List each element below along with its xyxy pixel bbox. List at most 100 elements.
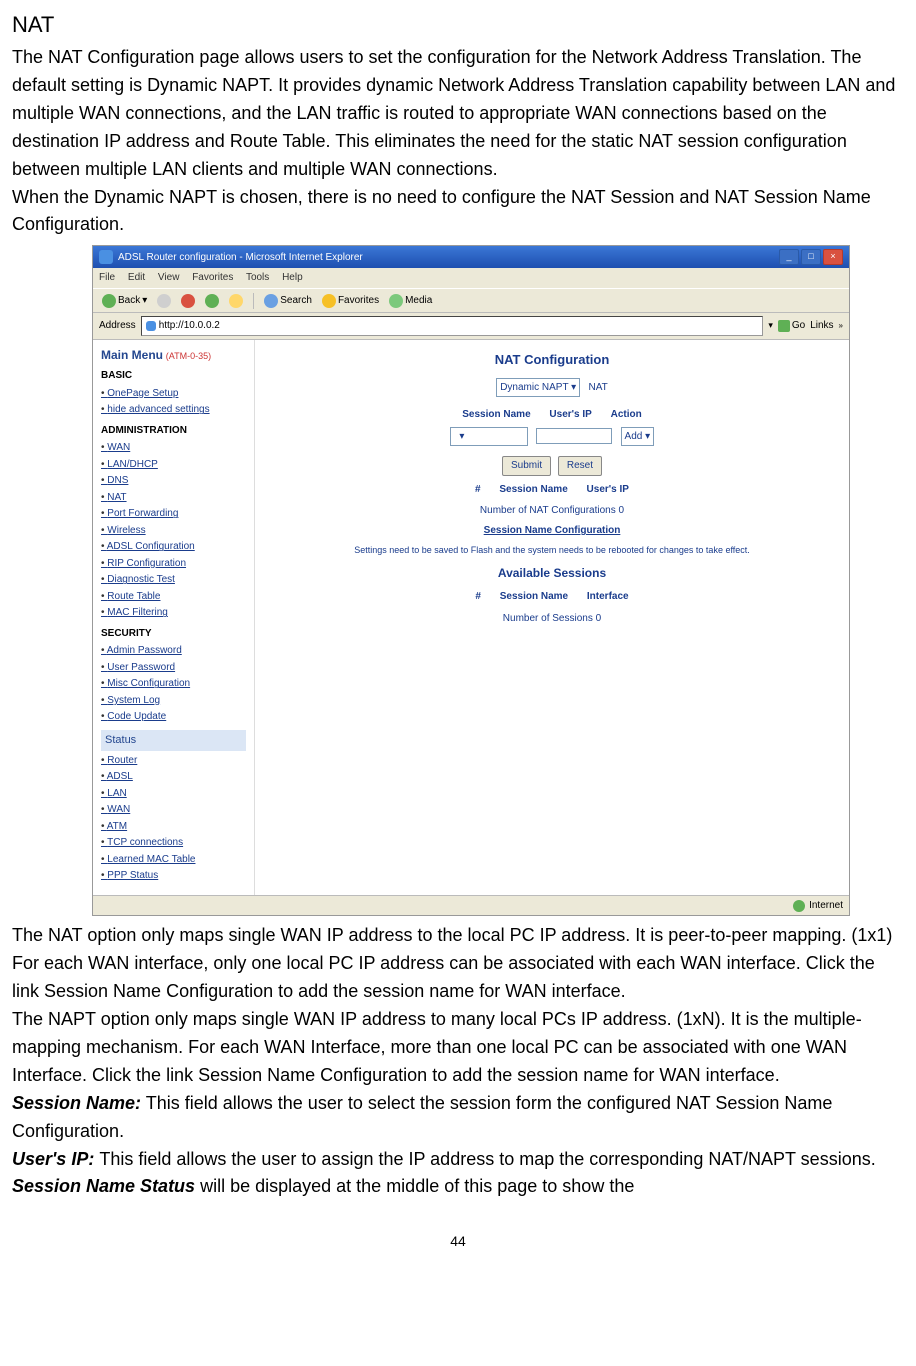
stop-button[interactable]: [178, 293, 198, 309]
sidebar-item[interactable]: Wireless: [101, 523, 246, 540]
menu-help[interactable]: Help: [282, 272, 303, 283]
favorites-button[interactable]: Favorites: [319, 292, 382, 310]
back-button[interactable]: Back ▾: [99, 292, 150, 310]
sidebar-item[interactable]: User Password: [101, 660, 246, 677]
sidebar-item[interactable]: NAT: [101, 490, 246, 507]
sidebar-item[interactable]: Misc Configuration: [101, 676, 246, 693]
links-chevron-icon[interactable]: »: [839, 320, 843, 332]
sidebar-item[interactable]: TCP connections: [101, 835, 246, 852]
forward-button[interactable]: [154, 293, 174, 309]
sidebar-item[interactable]: Route Table: [101, 589, 246, 606]
url-dropdown-btn[interactable]: ▾: [768, 319, 773, 333]
media-button[interactable]: Media: [386, 292, 435, 310]
sidebar-item[interactable]: System Log: [101, 693, 246, 710]
def-userip-label: User's IP: [12, 1149, 88, 1169]
media-icon: [389, 294, 403, 308]
num-configs: Number of NAT Configurations 0: [265, 503, 839, 519]
links-label[interactable]: Links: [810, 318, 833, 334]
def-session: Session Name: This field allows the user…: [12, 1090, 904, 1146]
sidebar-item[interactable]: MAC Filtering: [101, 605, 246, 622]
nat-type-select[interactable]: Dynamic NAPT ▾: [496, 378, 580, 398]
url-icon: [146, 321, 156, 331]
go-icon: [778, 320, 790, 332]
sidebar-item[interactable]: RIP Configuration: [101, 556, 246, 573]
search-button[interactable]: Search: [261, 292, 315, 310]
sidebar-item[interactable]: Port Forwarding: [101, 506, 246, 523]
sidebar-item[interactable]: hide advanced settings: [101, 402, 246, 419]
sidebar-item[interactable]: Router: [101, 753, 246, 770]
sidebar-item[interactable]: Admin Password: [101, 643, 246, 660]
minimize-button[interactable]: _: [779, 249, 799, 265]
media-label: Media: [405, 293, 432, 309]
sidebar-item[interactable]: LAN: [101, 786, 246, 803]
search-icon: [264, 294, 278, 308]
def-status: Session Name Status will be displayed at…: [12, 1173, 904, 1201]
menu-view[interactable]: View: [158, 272, 180, 283]
main-pane: NAT Configuration Dynamic NAPT ▾ NAT Ses…: [255, 340, 849, 895]
home-icon: [229, 294, 243, 308]
sidebar-admin-hdr: ADMINISTRATION: [101, 423, 246, 439]
sidebar-security-list: Admin Password User Password Misc Config…: [101, 643, 246, 726]
sidebar-item[interactable]: ADSL: [101, 769, 246, 786]
sidebar-item[interactable]: DNS: [101, 473, 246, 490]
menu-favorites[interactable]: Favorites: [192, 272, 233, 283]
sidebar-status-hdr: Status: [101, 730, 246, 751]
go-button[interactable]: Go: [778, 318, 805, 334]
refresh-icon: [205, 294, 219, 308]
address-input[interactable]: http://10.0.0.2: [141, 316, 764, 336]
maximize-button[interactable]: □: [801, 249, 821, 265]
refresh-button[interactable]: [202, 293, 222, 309]
nat-type-value: Dynamic NAPT: [500, 382, 568, 393]
def-status-label: Session Name Status: [12, 1176, 195, 1196]
url-text: http://10.0.0.2: [159, 318, 220, 334]
sidebar-item[interactable]: WAN: [101, 802, 246, 819]
sidebar-item[interactable]: OnePage Setup: [101, 386, 246, 403]
sidebar-item[interactable]: ATM: [101, 819, 246, 836]
def-status-text: will be displayed at the middle of this …: [195, 1176, 634, 1196]
sidebar-item[interactable]: Code Update: [101, 709, 246, 726]
menu-edit[interactable]: Edit: [128, 272, 145, 283]
menu-file[interactable]: File: [99, 272, 115, 283]
stop-icon: [181, 294, 195, 308]
fwd-icon: [157, 294, 171, 308]
home-button[interactable]: [226, 293, 246, 309]
paragraph-4: The NAPT option only maps single WAN IP …: [12, 1006, 904, 1090]
session-name-select[interactable]: ▾: [450, 427, 528, 447]
action-value: Add: [625, 431, 643, 442]
sidebar-item[interactable]: PPP Status: [101, 868, 246, 885]
content-area: Main Menu (ATM-0-35) BASIC OnePage Setup…: [93, 340, 849, 895]
session-config-link[interactable]: Session Name Configuration: [484, 525, 621, 536]
paragraph-3: The NAT option only maps single WAN IP a…: [12, 922, 904, 1006]
action-select[interactable]: Add ▾: [621, 427, 655, 447]
menu-tools[interactable]: Tools: [246, 272, 269, 283]
sidebar-item[interactable]: Diagnostic Test: [101, 572, 246, 589]
avail-sessions-hdr: Available Sessions: [265, 564, 839, 583]
internet-icon: [793, 900, 805, 912]
user-ip-input[interactable]: [536, 428, 612, 444]
submit-button[interactable]: Submit: [502, 456, 551, 476]
def-userip-colon: :: [88, 1149, 99, 1169]
sidebar: Main Menu (ATM-0-35) BASIC OnePage Setup…: [93, 340, 255, 895]
sidebar-item[interactable]: LAN/DHCP: [101, 457, 246, 474]
sidebar-status-list: Router ADSL LAN WAN ATM TCP connections …: [101, 753, 246, 885]
nat-label: NAT: [589, 382, 608, 393]
star-icon: [322, 294, 336, 308]
col-session: Session Name: [499, 482, 567, 498]
col-session-name: Session Name: [462, 407, 530, 423]
def-session-label: Session Name:: [12, 1093, 141, 1113]
back-icon: [102, 294, 116, 308]
sidebar-item[interactable]: WAN: [101, 440, 246, 457]
reset-button[interactable]: Reset: [558, 456, 602, 476]
close-button[interactable]: ×: [823, 249, 843, 265]
status-bar: Internet: [93, 895, 849, 916]
back-label: Back: [118, 293, 140, 309]
sidebar-item[interactable]: Learned MAC Table: [101, 852, 246, 869]
search-label: Search: [280, 293, 312, 309]
col2-num: #: [475, 589, 481, 605]
sidebar-item[interactable]: ADSL Configuration: [101, 539, 246, 556]
address-bar: Address http://10.0.0.2 ▾ Go Links »: [93, 313, 849, 340]
col2-session: Session Name: [500, 589, 568, 605]
ie-screenshot: ADSL Router configuration - Microsoft In…: [92, 245, 850, 916]
sidebar-basic-hdr: BASIC: [101, 368, 246, 384]
sidebar-admin-list: WAN LAN/DHCP DNS NAT Port Forwarding Wir…: [101, 440, 246, 622]
